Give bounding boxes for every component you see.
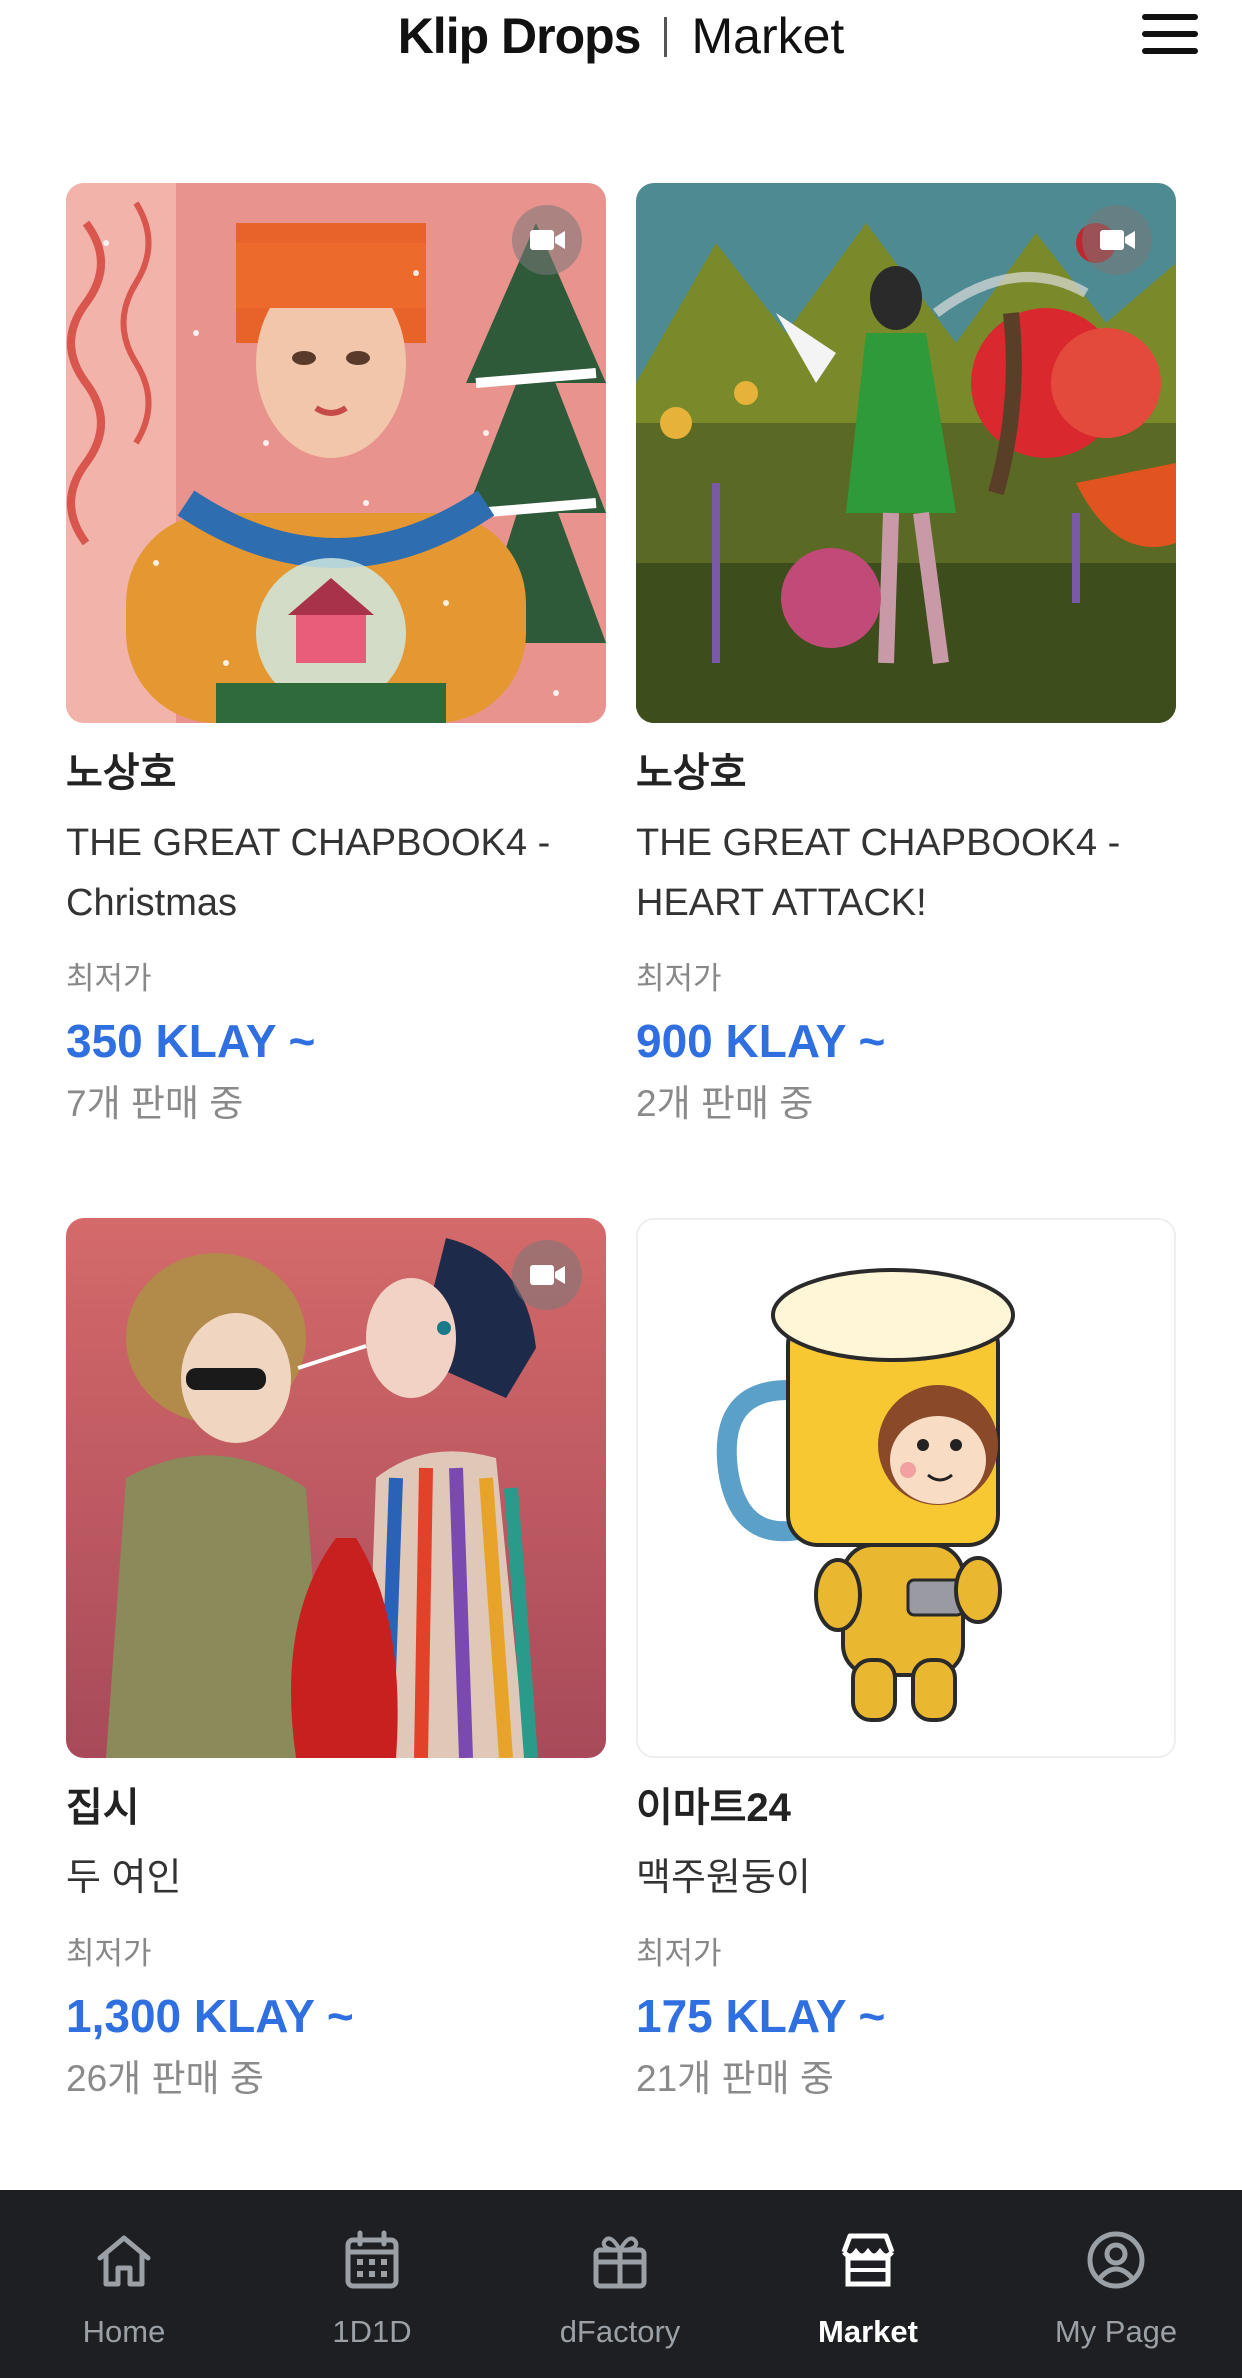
user-circle-icon — [1087, 2231, 1145, 2289]
nft-card[interactable]: 노상호 THE GREAT CHAPBOOK4 - HEART ATTACK! … — [636, 183, 1176, 1129]
item-title: 맥주원둥이 — [636, 1857, 811, 1899]
tab-my-page[interactable]: My Page — [992, 2190, 1240, 2378]
video-icon — [512, 205, 582, 275]
video-icon — [512, 1240, 582, 1310]
hamburger-menu-icon[interactable] — [1142, 14, 1198, 60]
lowest-price: 900 KLAY ~ — [636, 1015, 886, 1067]
nft-thumbnail[interactable] — [636, 183, 1176, 723]
tab-label: Market — [818, 2314, 918, 2349]
lowest-price: 175 KLAY ~ — [636, 1990, 886, 2042]
brand-logo: Klip Drops — [397, 8, 642, 64]
tab-label: Home — [82, 2314, 166, 2349]
artist-name: 노상호 — [66, 751, 177, 795]
video-icon — [1082, 205, 1152, 275]
tab-1d1d[interactable]: 1D1D — [248, 2190, 496, 2378]
lowest-price: 350 KLAY ~ — [66, 1015, 316, 1067]
price-label: 최저가 — [636, 961, 722, 996]
item-title: THE GREAT CHAPBOOK4 - Christmas — [66, 822, 551, 924]
tab-label: 1D1D — [332, 2314, 412, 2349]
nft-card[interactable]: 집시 두 여인 최저가 1,300 KLAY ~ 26개 판매 중 — [66, 1218, 606, 2104]
item-title: 두 여인 — [66, 1857, 182, 1899]
item-title: THE GREAT CHAPBOOK4 - HEART ATTACK! — [636, 822, 1121, 924]
nft-card[interactable]: 노상호 THE GREAT CHAPBOOK4 - Christmas 최저가 … — [66, 183, 606, 1129]
lowest-price: 1,300 KLAY ~ — [66, 1990, 354, 2042]
tab-label: My Page — [1054, 2314, 1178, 2349]
listing-count: 21개 판매 중 — [636, 2058, 834, 2099]
gift-icon — [593, 2236, 647, 2289]
artist-name: 이마트24 — [636, 1786, 791, 1830]
price-label: 최저가 — [66, 961, 152, 996]
listing-count: 26개 판매 중 — [66, 2058, 264, 2099]
listing-count: 2개 판매 중 — [636, 1083, 814, 1124]
bottom-tab-bar: Home 1D1D dFactory Market My Page — [0, 2190, 1242, 2378]
tab-market[interactable]: Market — [744, 2190, 992, 2378]
artist-name: 집시 — [66, 1786, 140, 1830]
header: Klip Drops Market — [0, 0, 1242, 80]
tab-dfactory[interactable]: dFactory — [496, 2190, 744, 2378]
page-title: Market — [691, 8, 845, 64]
price-label: 최저가 — [66, 1936, 152, 1971]
nft-thumbnail[interactable] — [66, 183, 606, 723]
nft-thumbnail[interactable] — [66, 1218, 606, 1758]
nft-card[interactable]: 이마트24 맥주원둥이 최저가 175 KLAY ~ 21개 판매 중 — [636, 1218, 1176, 2104]
home-icon — [97, 2235, 151, 2287]
tab-label: dFactory — [559, 2314, 681, 2349]
listing-count: 7개 판매 중 — [66, 1083, 244, 1124]
brand-divider — [664, 17, 668, 57]
tab-home[interactable]: Home — [0, 2190, 248, 2378]
price-label: 최저가 — [636, 1936, 722, 1971]
artist-name: 노상호 — [636, 751, 747, 795]
brand[interactable]: Klip Drops Market — [0, 0, 1242, 72]
artwork-image — [638, 1220, 1174, 1756]
store-icon — [841, 2233, 895, 2287]
nft-thumbnail[interactable] — [636, 1218, 1176, 1758]
calendar-icon — [345, 2230, 399, 2289]
